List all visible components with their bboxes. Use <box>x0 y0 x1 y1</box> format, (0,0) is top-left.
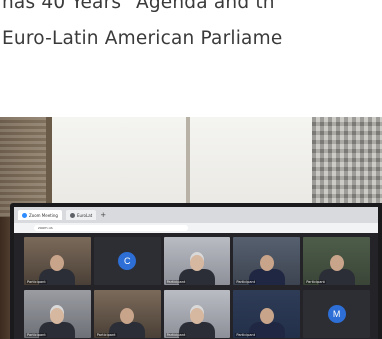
video-tile[interactable]: Participant <box>163 237 231 285</box>
browser-tab-label: EuroLat <box>76 212 93 218</box>
video-tile[interactable]: C <box>93 237 161 285</box>
article-text-line: Euro-Latin American Parliame <box>2 28 283 49</box>
browser-address-bar: zoom.us <box>14 223 378 233</box>
participant-avatar: C <box>118 252 137 270</box>
video-tile[interactable]: Participant <box>303 237 370 285</box>
participant-name: Participant <box>165 332 187 337</box>
browser-tab-label: Zoom Meeting <box>29 212 58 218</box>
video-app-icon <box>22 212 27 218</box>
participant-name: Participant <box>95 332 117 337</box>
participant-name: Participant <box>235 280 257 284</box>
video-tile[interactable]: Participant <box>163 289 231 338</box>
video-tile[interactable]: Participant <box>233 237 301 285</box>
video-tile[interactable]: Participant <box>233 289 301 338</box>
video-participant-grid: Participant C Participant Participant Pa… <box>24 237 370 339</box>
participant-name: Participant <box>26 280 47 284</box>
browser-tab-bar: Zoom Meeting EuroLat + <box>14 207 378 223</box>
video-tile[interactable]: Participant <box>24 237 91 285</box>
article-text-line: has 40 Years" Agenda and th <box>2 0 275 13</box>
participant-name: Participant <box>305 280 326 284</box>
video-tile[interactable]: M <box>303 289 370 338</box>
window-blind <box>0 117 46 217</box>
participant-name: Participant <box>165 280 187 284</box>
computer-monitor: Zoom Meeting EuroLat + zoom.us Participa… <box>10 203 382 339</box>
participant-name: Participant <box>26 332 47 337</box>
browser-tab[interactable]: Zoom Meeting <box>18 210 62 220</box>
video-tile[interactable]: Participant <box>93 289 161 338</box>
participant-name: Participant <box>235 332 257 337</box>
new-tab-button[interactable]: + <box>100 211 106 219</box>
video-tile[interactable]: Participant <box>24 289 91 338</box>
meeting-photo: Zoom Meeting EuroLat + zoom.us Participa… <box>0 117 382 339</box>
browser-tab[interactable]: EuroLat <box>65 210 97 220</box>
page-icon <box>69 212 75 218</box>
monitor-screen: Zoom Meeting EuroLat + zoom.us Participa… <box>14 207 378 339</box>
url-field[interactable]: zoom.us <box>34 225 188 231</box>
participant-avatar: M <box>327 304 346 323</box>
article-text-excerpt: has 40 Years" Agenda and th Euro-Latin A… <box>0 0 382 90</box>
